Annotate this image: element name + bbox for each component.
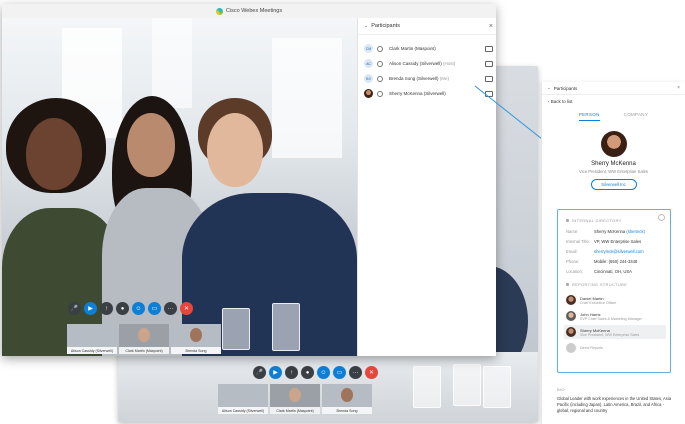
email-link[interactable]: sherrymck@silverwell.com — [594, 249, 644, 254]
directory-row: Location: Cincinnati, OH, USA — [566, 269, 670, 274]
reporting-row-selected[interactable]: Sherry McKenna Vice President, WW Enterpr… — [564, 325, 666, 339]
back-to-list-label: Back to list — [550, 99, 573, 104]
direct-reports-label: Direct Reports — [580, 346, 603, 350]
directory-key: Phone: — [566, 259, 580, 264]
reporting-role: Chief Executive Officer — [580, 300, 617, 305]
back-to-list-link[interactable]: ‹ Back to list — [542, 95, 685, 108]
company-button[interactable]: Silverwell Inc — [590, 179, 637, 190]
avatar — [566, 327, 576, 337]
profile-tabs: PERSON COMPANY — [542, 112, 685, 121]
chevron-left-icon: ‹ — [548, 99, 550, 104]
chevron-down-icon[interactable]: ⌄ — [547, 85, 551, 91]
profile-panel: ⌄ Participants × ‹ Back to list PERSON C… — [541, 82, 685, 424]
profile-title: Vice President, WW Enterprise Sales — [578, 169, 649, 174]
profile-panel-header: ⌄ Participants × — [542, 82, 685, 95]
avatar — [566, 311, 576, 321]
directory-row: Phone: Mobile: (650) 244-3348 — [566, 259, 670, 264]
reporting-text: Daniel Martin Chief Executive Officer — [580, 296, 617, 305]
profile-name: Sherry McKenna — [591, 161, 636, 167]
directory-value: Sherry McKenna (shermck) — [594, 229, 645, 234]
reporting-role: Vice President, WW Enterprise Sales — [580, 332, 640, 337]
directory-row: Internal Title: VP, WW Enterprise Sales — [566, 239, 670, 244]
bio-title: BIO — [557, 387, 565, 392]
lock-icon — [566, 219, 569, 222]
directory-key: Location: — [566, 269, 583, 274]
direct-reports-icon — [566, 343, 576, 353]
directory-section-title: INTERNAL DIRECTORY — [566, 218, 670, 223]
reporting-text: John Harris SVP Chief Sales & Marketing M… — [580, 312, 642, 321]
directory-row: Name: Sherry McKenna (shermck) — [566, 229, 670, 234]
directory-value: VP, WW Enterprise Sales — [594, 239, 642, 244]
close-icon[interactable]: × — [677, 85, 680, 91]
reporting-role: SVP Chief Sales & Marketing Manager — [580, 316, 642, 321]
reporting-row[interactable]: Daniel Martin Chief Executive Officer — [564, 293, 666, 307]
tab-person[interactable]: PERSON — [578, 112, 600, 121]
directory-key: Internal Title: — [566, 239, 590, 244]
directory-row: Email: sherrymck@silverwell.com — [566, 249, 670, 254]
reporting-title-text: REPORTING STRUCTURE — [572, 282, 628, 287]
directory-value-text: Sherry McKenna — [594, 229, 626, 234]
directory-key: Name: — [566, 229, 579, 234]
directory-title-text: INTERNAL DIRECTORY — [572, 218, 622, 223]
profile-avatar — [600, 131, 627, 157]
directory-value: Mobile: (650) 244-3348 — [594, 259, 638, 264]
tab-company[interactable]: COMPANY — [624, 112, 649, 121]
info-icon[interactable] — [658, 214, 665, 221]
reporting-section-title: REPORTING STRUCTURE — [566, 282, 670, 287]
directory-value: Cincinnati, OH, USA — [594, 269, 632, 274]
lock-icon — [566, 283, 569, 286]
internal-directory-card: INTERNAL DIRECTORY Name: Sherry McKenna … — [557, 209, 671, 373]
avatar — [566, 295, 576, 305]
reporting-text: Sherry McKenna Vice President, WW Enterpr… — [580, 328, 639, 337]
profile-panel-title: Participants — [553, 85, 578, 91]
directory-key: Email: — [566, 249, 578, 254]
directory-userid-link[interactable]: (shermck) — [626, 229, 645, 234]
reporting-row[interactable]: John Harris SVP Chief Sales & Marketing M… — [564, 309, 666, 323]
direct-reports-row[interactable]: Direct Reports — [564, 341, 666, 355]
bio-text: Global Leader with work experiences in t… — [557, 396, 672, 413]
